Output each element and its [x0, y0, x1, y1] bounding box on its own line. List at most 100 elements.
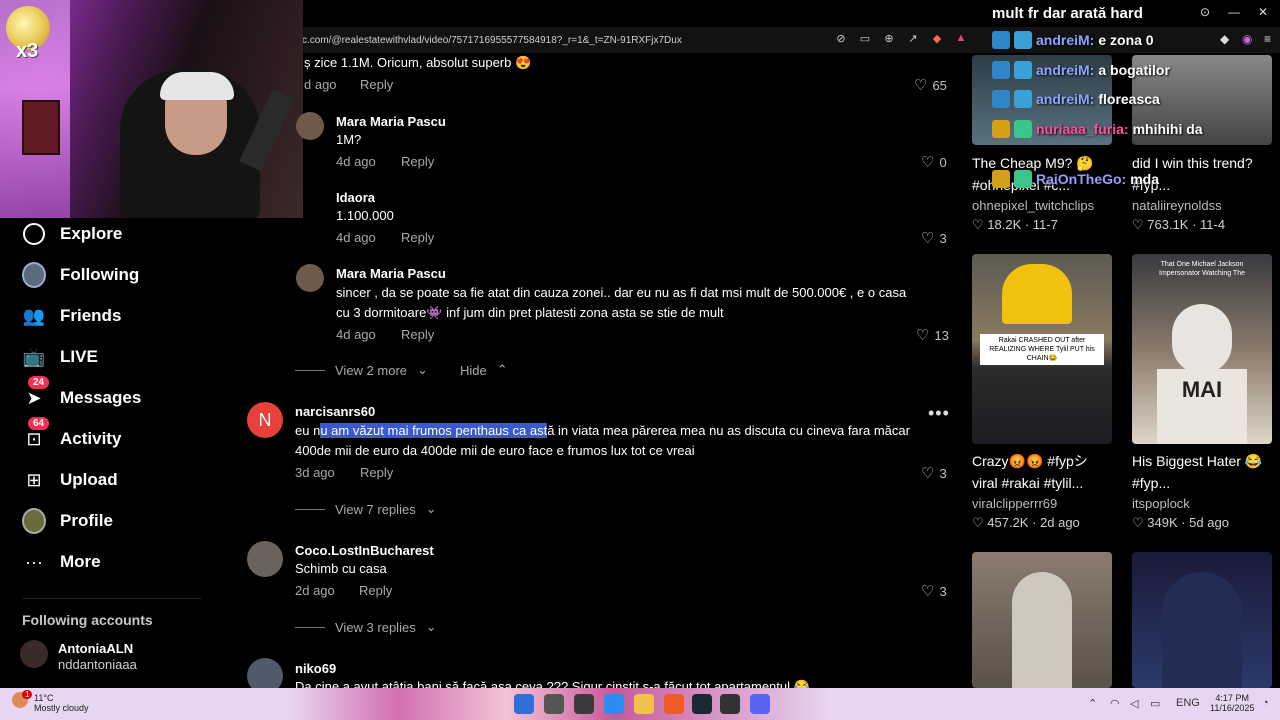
video-thumbnail[interactable] [1132, 552, 1272, 688]
hide-replies[interactable]: Hide ⌃ [460, 362, 508, 378]
chevron-up-icon: ⌃ [496, 362, 508, 377]
edge-icon[interactable] [604, 694, 624, 714]
nav-explore[interactable]: Explore [22, 222, 122, 246]
brave-icon[interactable] [664, 694, 684, 714]
reply-button[interactable]: Reply [359, 583, 392, 598]
comment-username[interactable]: niko69 [295, 661, 336, 676]
comment-username[interactable]: Coco.LostInBucharest [295, 543, 434, 558]
nav-following[interactable]: Following [22, 262, 139, 288]
send-icon: ➤ 24 [22, 376, 50, 410]
avatar[interactable] [247, 541, 283, 577]
reply-button[interactable]: Reply [360, 465, 393, 480]
reply-button[interactable]: Reply [401, 154, 434, 169]
comment-username[interactable]: Mara Maria Pascu [336, 114, 446, 129]
task-view-icon[interactable] [544, 694, 564, 714]
extension-icon[interactable]: ◉ [1242, 32, 1252, 46]
nav-profile[interactable]: Profile [22, 508, 113, 534]
shirt-print: MAI [1157, 369, 1247, 444]
video-author[interactable]: viralclipperrr69 [972, 496, 1057, 511]
following-account-item[interactable]: AntoniaALN nddantoniaaa [20, 640, 137, 672]
video-caption[interactable]: His Biggest Hater 😂 [1132, 450, 1280, 472]
steam-icon[interactable] [692, 694, 712, 714]
chevron-down-icon: ⌄ [425, 619, 437, 634]
nav-messages[interactable]: ➤ 24 Messages [22, 376, 141, 410]
nav-live[interactable]: 📺 LIVE [22, 345, 98, 369]
like-button[interactable]: ♡ 13 [916, 326, 949, 344]
reply-button[interactable]: Reply [401, 327, 434, 342]
chat-message: andreiM: e zona 0 [992, 31, 1154, 49]
video-thumbnail[interactable]: That One Michael Jackson Impersonator Wa… [1132, 254, 1272, 444]
like-button[interactable]: ♡ 65 [914, 76, 947, 94]
address-bar[interactable]: c.com/@realestatewithvlad/video/75717169… [300, 27, 980, 53]
video-author[interactable]: nataliireynoldss [1132, 198, 1222, 213]
terminal-icon[interactable] [720, 694, 740, 714]
weather-widget[interactable]: 11°C Mostly cloudy [34, 693, 89, 713]
profile-avatar [22, 508, 46, 534]
masked-face [1172, 304, 1232, 374]
video-thumbnail[interactable] [972, 552, 1112, 688]
comment-username[interactable]: Mara Maria Pascu [336, 266, 446, 281]
chat-badge-icon [992, 61, 1010, 79]
browser-tools: ⊘ ▭ ⊕ ↗ ◆ ▲ [834, 32, 968, 45]
nav-friends[interactable]: 👥 Friends [22, 304, 122, 328]
video-author[interactable]: itspoplock [1132, 496, 1190, 511]
like-button[interactable]: ♡ 3 [921, 464, 947, 482]
comment-time: 2d ago [295, 583, 335, 598]
file-explorer-icon[interactable] [634, 694, 654, 714]
url-text[interactable]: c.com/@realestatewithvlad/video/75717169… [302, 35, 682, 46]
windows-start-icon[interactable] [514, 694, 534, 714]
like-button[interactable]: ♡ 3 [921, 582, 947, 600]
menu-icon[interactable]: ≡ [1264, 32, 1271, 46]
zoom-icon[interactable]: ⊕ [882, 32, 896, 45]
brave-shield-icon[interactable]: ◆ [930, 32, 944, 45]
nav-upload[interactable]: ⊞ Upload [22, 468, 117, 492]
reply-button[interactable]: Reply [360, 77, 393, 92]
video-hashtags[interactable]: #fyp... [1132, 472, 1280, 494]
battery-icon[interactable]: ▭ [1150, 697, 1160, 710]
like-button[interactable]: ♡ 3 [921, 229, 947, 247]
chat-message: andreiM: a bogatilor [992, 61, 1170, 79]
text-selection: u am văzut mai frumos penthaus ca ast [320, 423, 548, 438]
chat-badge-icon [1014, 170, 1032, 188]
volume-icon[interactable]: ◁ [1130, 697, 1138, 710]
view-replies[interactable]: View 7 replies ⌄ [295, 501, 437, 517]
ellipsis-icon: ··· [25, 551, 43, 572]
close-icon[interactable]: ✕ [1258, 5, 1268, 19]
tray-chevron-icon[interactable]: ⌃ [1088, 697, 1097, 710]
friends-icon: 👥 [22, 305, 46, 326]
screen: { "browser": { "url": "c.com/@realestate… [0, 0, 1280, 720]
view-replies[interactable]: View 3 replies ⌄ [295, 619, 437, 635]
video-author[interactable]: ohnepixel_twitchclips [972, 198, 1094, 213]
pin-icon[interactable]: ⊙ [1200, 5, 1210, 19]
rewards-icon[interactable]: ▲ [954, 32, 968, 45]
discord-icon[interactable] [750, 694, 770, 714]
avatar[interactable]: N [247, 402, 283, 438]
share-icon[interactable]: ↗ [906, 32, 920, 45]
comment-username[interactable]: narcisanrs60 [295, 404, 375, 419]
notifications-icon[interactable]: ◔ [1262, 697, 1269, 709]
video-hashtags[interactable]: viral #rakai #tylil... [972, 472, 1122, 494]
system-clock[interactable]: 4:17 PM 11/16/2025 [1210, 693, 1254, 713]
nav-activity[interactable]: ⊡ 64 Activity [22, 417, 121, 451]
avatar[interactable] [296, 112, 324, 140]
comment-time: 4d ago [336, 230, 376, 245]
view-more-replies[interactable]: View 2 more ⌄ [295, 362, 428, 378]
no-sound-icon[interactable]: ⊘ [834, 32, 848, 45]
wifi-icon[interactable]: ◠ [1110, 697, 1120, 710]
wall-poster [22, 100, 60, 155]
avatar[interactable] [296, 264, 324, 292]
comment-username[interactable]: Idaora [336, 190, 375, 205]
pip-icon[interactable]: ▭ [858, 32, 872, 45]
chat-message: RaiOnTheGo: mda [992, 170, 1159, 188]
minimize-icon[interactable]: — [1228, 5, 1240, 19]
nav-more[interactable]: ··· More [22, 550, 101, 574]
language-icon[interactable]: ENG [1176, 697, 1200, 709]
app-icon[interactable] [574, 694, 594, 714]
more-options-icon[interactable]: ••• [928, 403, 950, 424]
chat-message: andreiM: floreasca [992, 90, 1160, 108]
vpn-icon[interactable]: ◆ [1220, 32, 1229, 46]
video-caption[interactable]: Crazy😡😡 #fypシ [972, 450, 1122, 472]
reply-button[interactable]: Reply [401, 230, 434, 245]
video-thumbnail[interactable]: Rakai CRASHED OUT after REALIZING WHERE … [972, 254, 1112, 444]
like-button[interactable]: ♡ 0 [921, 153, 947, 171]
